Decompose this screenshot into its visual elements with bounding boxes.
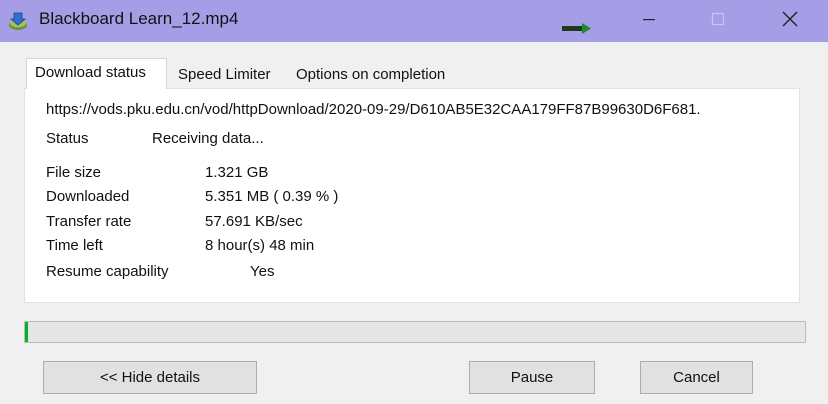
cancel-button[interactable]: Cancel — [640, 361, 753, 394]
resume-capability-value: Yes — [250, 263, 275, 280]
file-size-value: 1.321 GB — [205, 164, 269, 181]
maximize-button[interactable] — [695, 0, 741, 42]
maximize-icon — [711, 12, 725, 31]
download-url: https://vods.pku.edu.cn/vod/httpDownload… — [46, 101, 701, 118]
minimize-button[interactable] — [626, 0, 672, 42]
resume-capability-label: Resume capability — [46, 263, 169, 280]
tab-speed-limiter[interactable]: Speed Limiter — [172, 62, 290, 88]
transfer-rate-label: Transfer rate — [46, 213, 132, 230]
window-title: Blackboard Learn_12.mp4 — [39, 9, 239, 28]
downloaded-label: Downloaded — [46, 188, 130, 205]
tab-download-status[interactable]: Download status — [26, 58, 167, 89]
progress-arrow-icon — [560, 22, 594, 36]
hide-details-button[interactable]: << Hide details — [43, 361, 257, 394]
minimize-icon — [642, 12, 656, 31]
downloaded-value: 5.351 MB ( 0.39 % ) — [205, 188, 339, 205]
download-status-panel: https://vods.pku.edu.cn/vod/httpDownload… — [24, 88, 800, 303]
transfer-rate-value: 57.691 KB/sec — [205, 213, 303, 230]
tab-options-on-completion[interactable]: Options on completion — [290, 62, 470, 88]
title-bar[interactable]: Blackboard Learn_12.mp4 — [0, 0, 828, 42]
file-size-label: File size — [46, 164, 102, 181]
download-progress-fill — [25, 322, 29, 342]
download-progress-bar — [24, 321, 806, 343]
time-left-value: 8 hour(s) 48 min — [205, 237, 315, 254]
status-label: Status — [46, 130, 89, 147]
idm-download-icon — [7, 10, 29, 32]
pause-button[interactable]: Pause — [469, 361, 595, 394]
close-icon — [782, 11, 798, 32]
close-button[interactable] — [767, 0, 813, 42]
status-value: Receiving data... — [152, 130, 264, 147]
time-left-label: Time left — [46, 237, 103, 254]
